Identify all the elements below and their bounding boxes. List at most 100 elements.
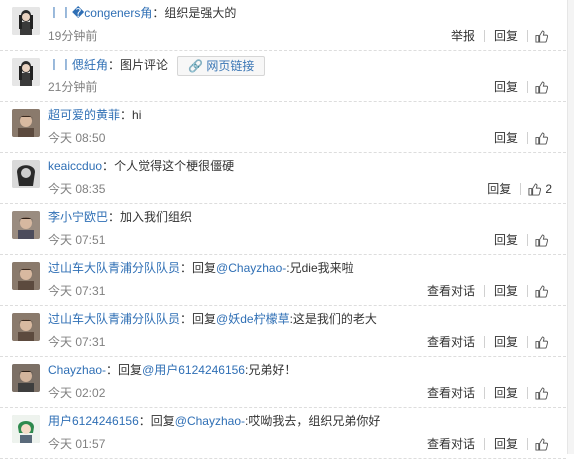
web-link-button[interactable]: 🔗 网页链接 — [177, 56, 266, 76]
separator: ： — [108, 210, 121, 224]
avatar[interactable] — [12, 262, 40, 290]
reply-button[interactable]: 回复 — [492, 231, 520, 249]
avatar[interactable] — [12, 211, 40, 239]
comment-text: :兄弟好！ — [244, 363, 297, 377]
thumbs-up-icon — [535, 80, 548, 94]
divider — [483, 30, 485, 42]
separator: ： — [138, 414, 151, 428]
comment-actions: 回复 — [492, 231, 552, 249]
thumbs-up-icon — [535, 233, 548, 247]
username-link[interactable]: 过山车大队青浦分队队员 — [48, 312, 180, 326]
divider — [527, 285, 528, 297]
username-link[interactable]: Chayzhao- — [48, 363, 106, 377]
mention-link[interactable]: @Chayzhao- — [175, 414, 245, 428]
divider — [483, 336, 485, 348]
comment-actions: 查看对话 回复 — [425, 384, 552, 402]
reply-button[interactable]: 回复 — [492, 129, 520, 147]
thumbs-up-icon — [535, 131, 548, 145]
username-link[interactable]: 用户6124246156 — [48, 414, 139, 428]
comment-row: 过山车大队青浦分队队员：回复@妖de柠檬草:这是我们的老大 今天 07:31 查… — [0, 306, 566, 357]
comment-row: 李小宁欧巴：加入我们组织 今天 07:51 回复 — [0, 204, 566, 255]
thumbs-up-icon — [535, 437, 548, 451]
comment-line: Chayzhao-：回复@用户6124246156:兄弟好！ — [48, 362, 296, 378]
avatar[interactable] — [12, 109, 40, 137]
separator: ： — [102, 159, 115, 173]
avatar[interactable] — [12, 364, 40, 392]
thumbs-up-icon — [535, 335, 548, 349]
avatar[interactable] — [12, 58, 40, 86]
divider — [527, 438, 528, 450]
thumbs-up-icon — [535, 386, 548, 400]
mention-link[interactable]: @Chayzhao- — [216, 261, 286, 275]
comment-line: 超可爱的黄菲：hi — [48, 107, 141, 123]
comment-row: keaiccduo：个人觉得这个梗很僵硬 今天 08:35 回复 2 — [0, 153, 566, 204]
reply-button[interactable]: 回复 — [492, 282, 520, 300]
view-conversation-button[interactable]: 查看对话 — [425, 384, 477, 402]
like-button[interactable] — [535, 284, 552, 298]
comment-actions: 回复 — [492, 129, 552, 147]
reply-button[interactable]: 回复 — [492, 78, 520, 96]
like-button[interactable]: 2 — [528, 182, 552, 196]
view-conversation-button[interactable]: 查看对话 — [425, 282, 477, 300]
like-button[interactable] — [535, 386, 552, 400]
comment-time: 今天 07:31 — [48, 335, 106, 349]
comment-text: 个人觉得这个梗很僵硬 — [114, 159, 235, 173]
comment-text: :兄die我来啦 — [286, 261, 354, 275]
reply-prefix: 回复 — [192, 312, 217, 326]
comment-text: :哎呦我去，组织兄弟你好 — [245, 414, 381, 428]
link-icon: 🔗 — [188, 59, 204, 73]
comment-actions: 举报 回复 — [449, 27, 552, 45]
comment-line: 用户6124246156：回复@Chayzhao-:哎呦我去，组织兄弟你好 — [48, 413, 380, 429]
comment-time: 今天 02:02 — [48, 386, 106, 400]
divider — [527, 81, 528, 93]
like-button[interactable] — [535, 233, 552, 247]
comment-line: keaiccduo：个人觉得这个梗很僵硬 — [48, 158, 234, 174]
comment-time: 今天 08:50 — [48, 131, 106, 145]
username-link[interactable]: keaiccduo — [48, 159, 102, 173]
username-link[interactable]: 丨丨偲紝角 — [48, 58, 108, 72]
comment-text: 加入我们组织 — [120, 210, 193, 224]
avatar[interactable] — [12, 160, 40, 188]
reply-button[interactable]: 回复 — [492, 384, 520, 402]
avatar[interactable] — [12, 7, 40, 35]
avatar[interactable] — [12, 313, 40, 341]
reply-button[interactable]: 回复 — [492, 333, 520, 351]
reply-prefix: 回复 — [150, 414, 175, 428]
view-conversation-button[interactable]: 查看对话 — [425, 435, 477, 453]
reply-button[interactable]: 回复 — [485, 180, 513, 198]
scrollbar-track[interactable] — [567, 0, 574, 454]
separator: ： — [106, 363, 119, 377]
username-link[interactable]: 超可爱的黄菲 — [48, 108, 120, 122]
mention-link[interactable]: @用户6124246156 — [142, 363, 245, 377]
view-conversation-button[interactable]: 查看对话 — [425, 333, 477, 351]
like-button[interactable] — [535, 131, 552, 145]
divider — [483, 285, 485, 297]
divider — [527, 132, 528, 144]
divider — [483, 438, 485, 450]
reply-prefix: 回复 — [118, 363, 143, 377]
like-button[interactable] — [535, 29, 552, 43]
divider — [527, 234, 528, 246]
like-button[interactable] — [535, 80, 552, 94]
username-link[interactable]: 丨丨�congeners角 — [48, 6, 152, 20]
avatar[interactable] — [12, 415, 40, 443]
like-button[interactable] — [535, 335, 552, 349]
divider — [520, 183, 522, 195]
comment-actions: 回复 2 — [485, 180, 552, 198]
mention-link[interactable]: @妖de柠檬草 — [216, 312, 290, 326]
comment-row: 超可爱的黄菲：hi 今天 08:50 回复 — [0, 102, 566, 153]
username-link[interactable]: 李小宁欧巴 — [48, 210, 108, 224]
like-button[interactable] — [535, 437, 552, 451]
reply-button[interactable]: 回复 — [492, 435, 520, 453]
comment-time: 今天 01:57 — [48, 437, 106, 451]
report-button[interactable]: 举报 — [449, 27, 477, 45]
reply-button[interactable]: 回复 — [492, 27, 520, 45]
comment-time: 21分钟前 — [48, 80, 98, 94]
comment-actions: 查看对话 回复 — [425, 282, 552, 300]
username-link[interactable]: 过山车大队青浦分队队员 — [48, 261, 180, 275]
separator: ： — [120, 108, 133, 122]
separator: ： — [152, 6, 165, 20]
thumbs-up-icon — [528, 182, 542, 196]
comment-line: 丨丨偲紝角：图片评论 🔗 网页链接 — [48, 56, 266, 76]
comment-text: 组织是强大的 — [164, 6, 237, 20]
